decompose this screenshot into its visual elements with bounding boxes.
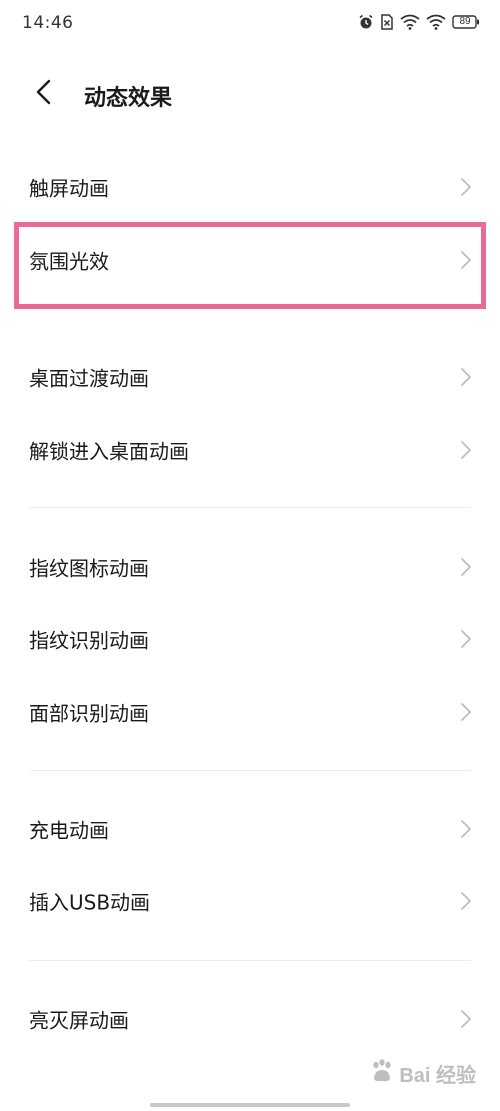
chevron-right-icon [461, 892, 471, 910]
chevron-right-icon [461, 630, 471, 648]
chevron-right-icon [461, 1010, 471, 1028]
list-item-label: 插入USB动画 [29, 890, 151, 915]
status-bar: 14:46 89 [0, 0, 500, 48]
list-item-label: 指纹识别动画 [29, 628, 149, 653]
list-item-unlock-animation[interactable]: 解锁进入桌面动画 [0, 415, 500, 485]
battery-level: 89 [459, 16, 471, 27]
chevron-right-icon [461, 368, 471, 386]
chevron-right-icon [461, 703, 471, 721]
list-item-ambient-light[interactable]: 氛围光效 [0, 225, 500, 295]
battery-icon: 89 [452, 15, 480, 29]
list-item-label: 解锁进入桌面动画 [29, 439, 189, 464]
wifi-icon [400, 14, 420, 30]
status-icons: 89 [358, 14, 480, 30]
list-item-charging-animation[interactable]: 充电动画 [0, 794, 500, 864]
chevron-right-icon [461, 251, 471, 269]
list-item-face-recognition-animation[interactable]: 面部识别动画 [0, 677, 500, 747]
list-item-fingerprint-icon-animation[interactable]: 指纹图标动画 [0, 532, 500, 602]
baidu-paw-icon [369, 1058, 395, 1088]
list-item-label: 面部识别动画 [29, 701, 149, 726]
header: 动态效果 [0, 66, 500, 122]
chevron-right-icon [461, 441, 471, 459]
back-button[interactable] [24, 74, 64, 114]
list-item-label: 充电动画 [29, 818, 109, 843]
list-item-label: 氛围光效 [29, 249, 109, 274]
watermark-text: Bai 经验 [399, 1064, 476, 1087]
sim-off-icon [380, 14, 394, 30]
watermark: Bai 经验 [369, 1058, 476, 1088]
list-item-touch-animation[interactable]: 触屏动画 [0, 152, 500, 222]
list-item-fingerprint-recognition-animation[interactable]: 指纹识别动画 [0, 604, 500, 674]
home-indicator[interactable] [150, 1103, 350, 1107]
chevron-right-icon [461, 820, 471, 838]
divider [29, 507, 471, 508]
list-item-label: 桌面过渡动画 [29, 366, 149, 391]
list-item-label: 指纹图标动画 [29, 556, 149, 581]
alarm-icon [358, 14, 374, 30]
chevron-right-icon [461, 178, 471, 196]
list-item-label: 亮灭屏动画 [29, 1008, 129, 1033]
list-item-usb-animation[interactable]: 插入USB动画 [0, 866, 500, 936]
chevron-left-icon [34, 78, 54, 110]
status-time: 14:46 [22, 13, 74, 33]
chevron-right-icon [461, 558, 471, 576]
list-item-desktop-transition[interactable]: 桌面过渡动画 [0, 342, 500, 412]
page-title: 动态效果 [84, 86, 173, 111]
divider [29, 960, 471, 961]
list-item-screen-on-off-animation[interactable]: 亮灭屏动画 [0, 984, 500, 1054]
divider [29, 770, 471, 771]
wifi-icon [426, 14, 446, 30]
list-item-label: 触屏动画 [29, 176, 109, 201]
